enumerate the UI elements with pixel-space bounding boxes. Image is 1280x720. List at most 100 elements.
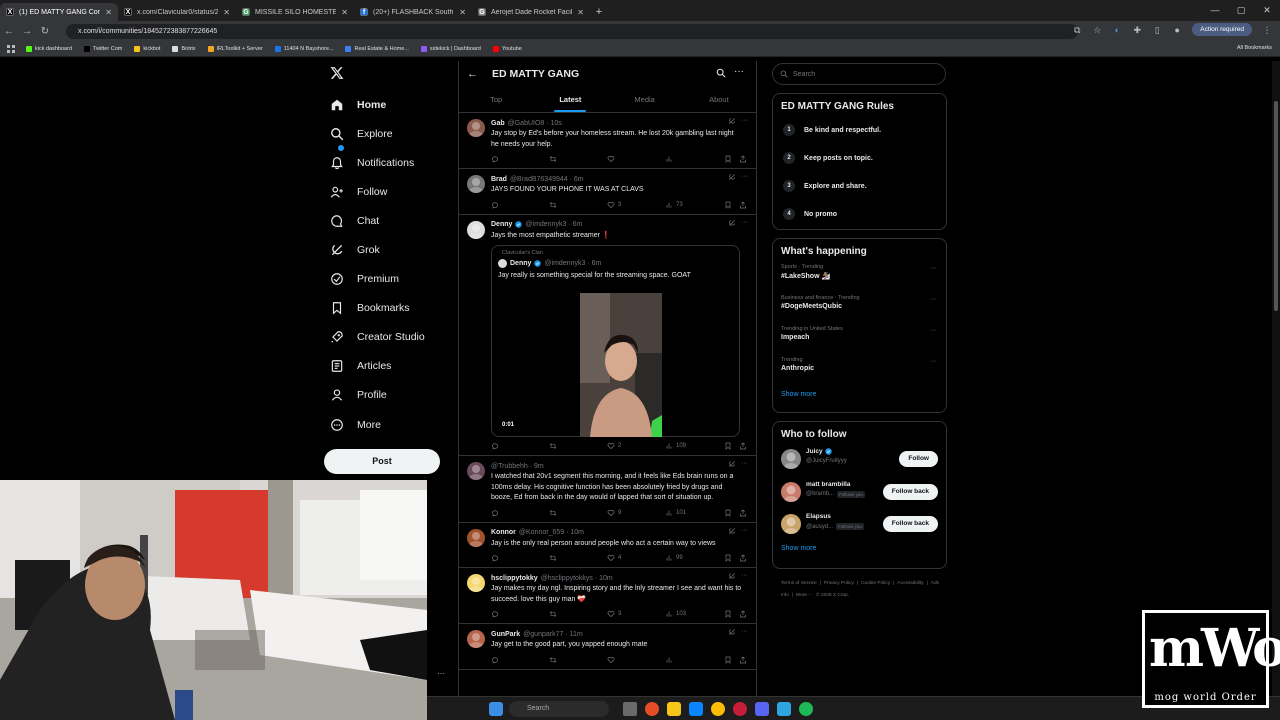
star-icon[interactable]: ☆ bbox=[1092, 25, 1102, 35]
grok-icon[interactable] bbox=[728, 460, 736, 468]
grok-icon[interactable] bbox=[728, 628, 736, 636]
follow-button[interactable]: Follow back bbox=[882, 516, 938, 532]
bookmark-item[interactable]: kickbot bbox=[134, 46, 160, 52]
install-app-icon[interactable]: ⧉ bbox=[1072, 25, 1082, 35]
new-tab-icon[interactable]: + bbox=[590, 3, 608, 21]
avatar[interactable] bbox=[467, 462, 485, 480]
grok-icon[interactable] bbox=[728, 527, 736, 535]
close-tab-icon[interactable]: ✕ bbox=[341, 8, 348, 17]
reply-button[interactable] bbox=[491, 201, 499, 209]
windows-start-icon[interactable] bbox=[489, 702, 503, 716]
like-button[interactable]: 3 bbox=[607, 610, 621, 618]
url-field[interactable]: x.com/i/communities/1845272383877226645 bbox=[66, 24, 1078, 39]
nav-item-chat[interactable]: Chat bbox=[326, 206, 425, 235]
repost-button[interactable] bbox=[549, 509, 557, 517]
avatar[interactable] bbox=[467, 630, 485, 648]
forward-arrow-icon[interactable]: → bbox=[18, 26, 36, 37]
bookmark-button[interactable] bbox=[724, 554, 732, 562]
nav-item-grok[interactable]: Grok bbox=[326, 235, 425, 264]
browser-tab[interactable]: G Aerojet Dade Rocket Facility | A ✕ bbox=[472, 3, 590, 21]
bookmark-item[interactable]: sidekick | Dashboard bbox=[420, 46, 481, 52]
minimize-button[interactable]: — bbox=[1202, 0, 1228, 21]
nav-item-explore[interactable]: Explore bbox=[326, 119, 425, 148]
avatar[interactable] bbox=[781, 514, 801, 534]
search-icon[interactable] bbox=[716, 68, 726, 78]
footer-link[interactable]: © 2026 X Corp. bbox=[816, 593, 849, 598]
follow-button[interactable]: Follow bbox=[899, 451, 938, 467]
trend-item[interactable]: Business and finance · Trending #DogeMeet… bbox=[773, 295, 946, 326]
author-handle[interactable]: @imdennyk3 · 6m bbox=[525, 221, 582, 228]
avatar[interactable] bbox=[781, 481, 801, 502]
footer-link[interactable]: More ··· bbox=[796, 593, 813, 598]
like-button[interactable] bbox=[607, 155, 615, 163]
bookmark-button[interactable] bbox=[724, 509, 732, 517]
app-icon[interactable] bbox=[733, 702, 747, 716]
views-button[interactable]: 103 bbox=[665, 610, 686, 618]
tab-media[interactable]: Media bbox=[608, 87, 682, 112]
share-button[interactable] bbox=[739, 509, 747, 517]
bookmark-button[interactable] bbox=[724, 201, 732, 209]
profile-icon[interactable]: ● bbox=[1172, 25, 1182, 35]
post[interactable]: Denny @imdennyk3 · 6m ··· Jays the most emp… bbox=[459, 215, 756, 456]
author-name[interactable]: Gab bbox=[491, 120, 505, 127]
close-window-button[interactable]: ✕ bbox=[1254, 0, 1280, 21]
menu-dots-icon[interactable]: ⋮ bbox=[1262, 25, 1272, 35]
repost-button[interactable] bbox=[549, 201, 557, 209]
avatar[interactable] bbox=[467, 119, 485, 137]
more-options-icon[interactable]: ··· bbox=[930, 358, 937, 365]
grok-icon[interactable] bbox=[728, 173, 736, 181]
bookmark-item[interactable]: kick dashboard bbox=[26, 46, 72, 52]
share-button[interactable] bbox=[739, 610, 747, 618]
tab-latest[interactable]: Latest bbox=[533, 87, 607, 112]
nav-item-profile[interactable]: Profile bbox=[326, 381, 425, 410]
bookmark-item[interactable]: Botrix bbox=[172, 46, 196, 52]
post[interactable]: Konnor @Konnor_659 · 10m ··· Jay is the onl… bbox=[459, 523, 756, 568]
footer-link[interactable]: Cookie Policy bbox=[861, 581, 890, 586]
nav-item-notifications[interactable]: Notifications bbox=[326, 145, 425, 177]
reply-button[interactable] bbox=[491, 610, 499, 618]
footer-link[interactable]: Accessibility bbox=[897, 581, 923, 586]
avatar[interactable] bbox=[467, 528, 485, 547]
bookmark-item[interactable]: IRLToolkit + Server bbox=[207, 46, 263, 52]
nav-item-creator-studio[interactable]: Creator Studio bbox=[326, 323, 425, 352]
author-handle[interactable]: @GabUIO8 · 10s bbox=[508, 120, 562, 127]
rule-item[interactable]: 1 Be kind and respectful. bbox=[773, 116, 946, 144]
share-button[interactable] bbox=[739, 554, 747, 562]
like-button[interactable]: 9 bbox=[607, 509, 621, 517]
repost-button[interactable] bbox=[549, 610, 557, 618]
grok-icon[interactable] bbox=[728, 572, 736, 580]
author-handle[interactable]: @gunpark77 · 11m bbox=[523, 631, 583, 638]
trend-item[interactable]: Sports · Trending #LakeShow 🏂 ··· bbox=[773, 264, 946, 295]
views-button[interactable]: 109 bbox=[665, 442, 686, 450]
avatar[interactable] bbox=[781, 449, 801, 469]
trend-item[interactable]: Trending in United States Impeach ··· bbox=[773, 326, 946, 357]
views-button[interactable]: 99 bbox=[665, 554, 683, 562]
avatar[interactable] bbox=[467, 175, 485, 193]
puzzle-icon[interactable]: ✚ bbox=[1132, 25, 1142, 35]
more-options-icon[interactable]: ··· bbox=[930, 296, 937, 303]
close-tab-icon[interactable]: ✕ bbox=[577, 8, 584, 17]
reply-button[interactable] bbox=[491, 656, 499, 664]
show-more-link[interactable]: Show more bbox=[773, 391, 946, 398]
more-options-icon[interactable]: ··· bbox=[930, 327, 937, 334]
discord-icon[interactable] bbox=[755, 702, 769, 716]
close-tab-icon[interactable]: ✕ bbox=[223, 8, 230, 17]
views-button[interactable] bbox=[665, 656, 673, 664]
repost-button[interactable] bbox=[549, 442, 557, 450]
like-button[interactable]: 4 bbox=[607, 554, 621, 562]
show-more-link[interactable]: Show more bbox=[773, 545, 946, 552]
share-button[interactable] bbox=[739, 201, 747, 209]
share-button[interactable] bbox=[739, 155, 747, 163]
more-options-icon[interactable]: ··· bbox=[734, 66, 744, 77]
nav-item-bookmarks[interactable]: Bookmarks bbox=[326, 294, 425, 323]
more-options-icon[interactable]: ··· bbox=[741, 628, 748, 636]
more-options-icon[interactable]: ··· bbox=[741, 460, 748, 468]
spotify-icon[interactable] bbox=[799, 702, 813, 716]
reload-icon[interactable]: ↻ bbox=[36, 26, 54, 37]
rule-item[interactable]: 4 No promo bbox=[773, 200, 946, 228]
app-icon[interactable] bbox=[777, 702, 791, 716]
bookmark-button[interactable] bbox=[724, 155, 732, 163]
views-button[interactable]: 101 bbox=[665, 509, 686, 517]
nav-item-premium[interactable]: Premium bbox=[326, 265, 425, 294]
apps-grid-icon[interactable] bbox=[7, 45, 15, 53]
